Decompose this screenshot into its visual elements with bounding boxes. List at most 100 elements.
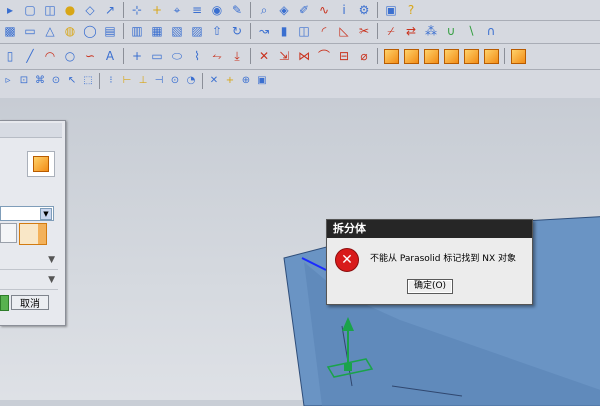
type-combo[interactable]: ▼ (0, 206, 54, 221)
define-plane-button[interactable] (19, 223, 47, 245)
application-icon[interactable]: ▣ (382, 1, 400, 19)
box-view-icon[interactable]: ▣ (255, 74, 269, 88)
offset-curve-icon[interactable]: ⥊ (208, 47, 226, 65)
orange-cube-2-icon[interactable] (402, 47, 420, 65)
snap-endpoint-icon[interactable]: ⊢ (120, 74, 134, 88)
bridge-curve-icon[interactable]: ⌒ (315, 47, 333, 65)
preview-section[interactable]: ▼ (0, 273, 58, 290)
mirror-icon[interactable]: ⇄ (402, 22, 420, 40)
menu-arrow-icon[interactable]: ▸ (1, 1, 19, 19)
render-icon[interactable]: ◈ (275, 1, 293, 19)
csys-icon[interactable]: ⊹ (128, 1, 146, 19)
sketch-feature-icon[interactable]: ▯ (1, 47, 19, 65)
intersect-icon[interactable]: ∩ (482, 22, 500, 40)
filter-icon[interactable]: ⌘ (33, 74, 47, 88)
groove-icon[interactable]: ▨ (188, 22, 206, 40)
sphere-feature-icon[interactable]: ◍ (61, 22, 79, 40)
block-icon[interactable]: ▩ (1, 22, 19, 40)
preferences-icon[interactable]: ⚙ (355, 1, 373, 19)
blend-icon[interactable]: ◜ (315, 22, 333, 40)
ellipse-icon[interactable]: ⬭ (168, 47, 186, 65)
rectangle-icon[interactable]: ▭ (148, 47, 166, 65)
sketch-icon[interactable]: ✐ (295, 1, 313, 19)
datum-plane-icon[interactable]: ◇ (81, 1, 99, 19)
snap-existing-icon[interactable]: ⊕ (239, 74, 253, 88)
split-body-icon[interactable]: ⌿ (382, 22, 400, 40)
origin-handle (344, 363, 352, 371)
snap-quadrant-icon[interactable]: ◔ (184, 74, 198, 88)
line-icon[interactable]: ╱ (21, 47, 39, 65)
edit-object-icon[interactable]: ✎ (228, 1, 246, 19)
chevron-down-icon[interactable]: ▼ (40, 208, 52, 220)
settings-section[interactable]: ▼ (0, 253, 58, 270)
shell-icon[interactable]: ◫ (295, 22, 313, 40)
snap-center-icon[interactable]: ⊙ (168, 74, 182, 88)
subtract-icon[interactable]: ∖ (462, 22, 480, 40)
trim-body-icon[interactable]: ✂ (355, 22, 373, 40)
snap-point-icon[interactable]: + (223, 74, 237, 88)
point-icon[interactable]: + (148, 1, 166, 19)
curve-icon[interactable]: ∿ (315, 1, 333, 19)
extract-curve-icon[interactable]: ⇲ (275, 47, 293, 65)
scope-icon[interactable]: ⊙ (49, 74, 63, 88)
orange-cube-icon[interactable] (382, 47, 400, 65)
toolbar-separator (123, 48, 124, 64)
project-curve-icon[interactable]: ⤓ (228, 47, 246, 65)
slot-icon[interactable]: ▧ (168, 22, 186, 40)
snap-icon[interactable]: ⊡ (17, 74, 31, 88)
thicken-icon[interactable]: ▮ (275, 22, 293, 40)
datum-axis-icon[interactable]: ↗ (101, 1, 119, 19)
dialog-title: 拆分体 (327, 220, 532, 238)
info-icon[interactable]: i (335, 1, 353, 19)
extrude-icon[interactable]: ⇧ (208, 22, 226, 40)
spline-icon[interactable]: ∽ (81, 47, 99, 65)
ok-button[interactable] (0, 295, 9, 311)
circle-icon[interactable]: ○ (61, 47, 79, 65)
snap-intersection-icon[interactable]: ✕ (207, 74, 221, 88)
orange-cube-7-icon[interactable] (509, 47, 527, 65)
text-a-icon[interactable]: A (101, 47, 119, 65)
boss-icon[interactable]: ▤ (101, 22, 119, 40)
cancel-button[interactable]: 取消 (11, 295, 49, 310)
chamfer-icon[interactable]: ◺ (335, 22, 353, 40)
cylinder-feature-icon[interactable]: ▭ (21, 22, 39, 40)
dropdown-arrow-icon[interactable] (38, 224, 46, 244)
body-select-button[interactable] (27, 151, 55, 177)
rectangle-select-icon[interactable]: ⬚ (81, 74, 95, 88)
cone-icon[interactable]: △ (41, 22, 59, 40)
join-curve-icon[interactable]: ⋈ (295, 47, 313, 65)
wcs-icon[interactable]: ⌖ (168, 1, 186, 19)
cylinder-icon[interactable]: ◫ (41, 1, 59, 19)
plus-icon[interactable]: + (128, 47, 146, 65)
ok-button[interactable]: 确定(O) (407, 279, 453, 294)
quick-pick-icon[interactable]: ⁝ (104, 74, 118, 88)
sphere-icon[interactable]: ● (61, 1, 79, 19)
revolve-icon[interactable]: ↻ (228, 22, 246, 40)
snap-control-icon[interactable]: ⊣ (152, 74, 166, 88)
select-icon[interactable]: ▹ (1, 74, 15, 88)
help-icon[interactable]: ? (402, 1, 420, 19)
wrap-curve-icon[interactable]: ⌀ (355, 47, 373, 65)
view-icon[interactable]: ◉ (208, 1, 226, 19)
axis-triad[interactable] (320, 315, 380, 380)
orange-cube-3-icon[interactable] (422, 47, 440, 65)
section-curve-icon[interactable]: ⊟ (335, 47, 353, 65)
pocket-icon[interactable]: ▥ (128, 22, 146, 40)
orange-cube-4-icon[interactable] (442, 47, 460, 65)
layer-icon[interactable]: ≡ (188, 1, 206, 19)
arc-icon[interactable]: ◠ (41, 47, 59, 65)
pad-icon[interactable]: ▦ (148, 22, 166, 40)
sweep-icon[interactable]: ↝ (255, 22, 273, 40)
helix-icon[interactable]: ⌇ (188, 47, 206, 65)
hole-icon[interactable]: ◯ (81, 22, 99, 40)
select-face-button[interactable] (0, 223, 17, 243)
pattern-icon[interactable]: ⁂ (422, 22, 440, 40)
orange-cube-5-icon[interactable] (462, 47, 480, 65)
snap-midpoint-icon[interactable]: ⊥ (136, 74, 150, 88)
analysis-icon[interactable]: ⌕ (255, 1, 273, 19)
intersect-curve-icon[interactable]: ✕ (255, 47, 273, 65)
pick-icon[interactable]: ↖ (65, 74, 79, 88)
box-icon[interactable]: ▢ (21, 1, 39, 19)
orange-cube-6-icon[interactable] (482, 47, 500, 65)
unite-icon[interactable]: ∪ (442, 22, 460, 40)
